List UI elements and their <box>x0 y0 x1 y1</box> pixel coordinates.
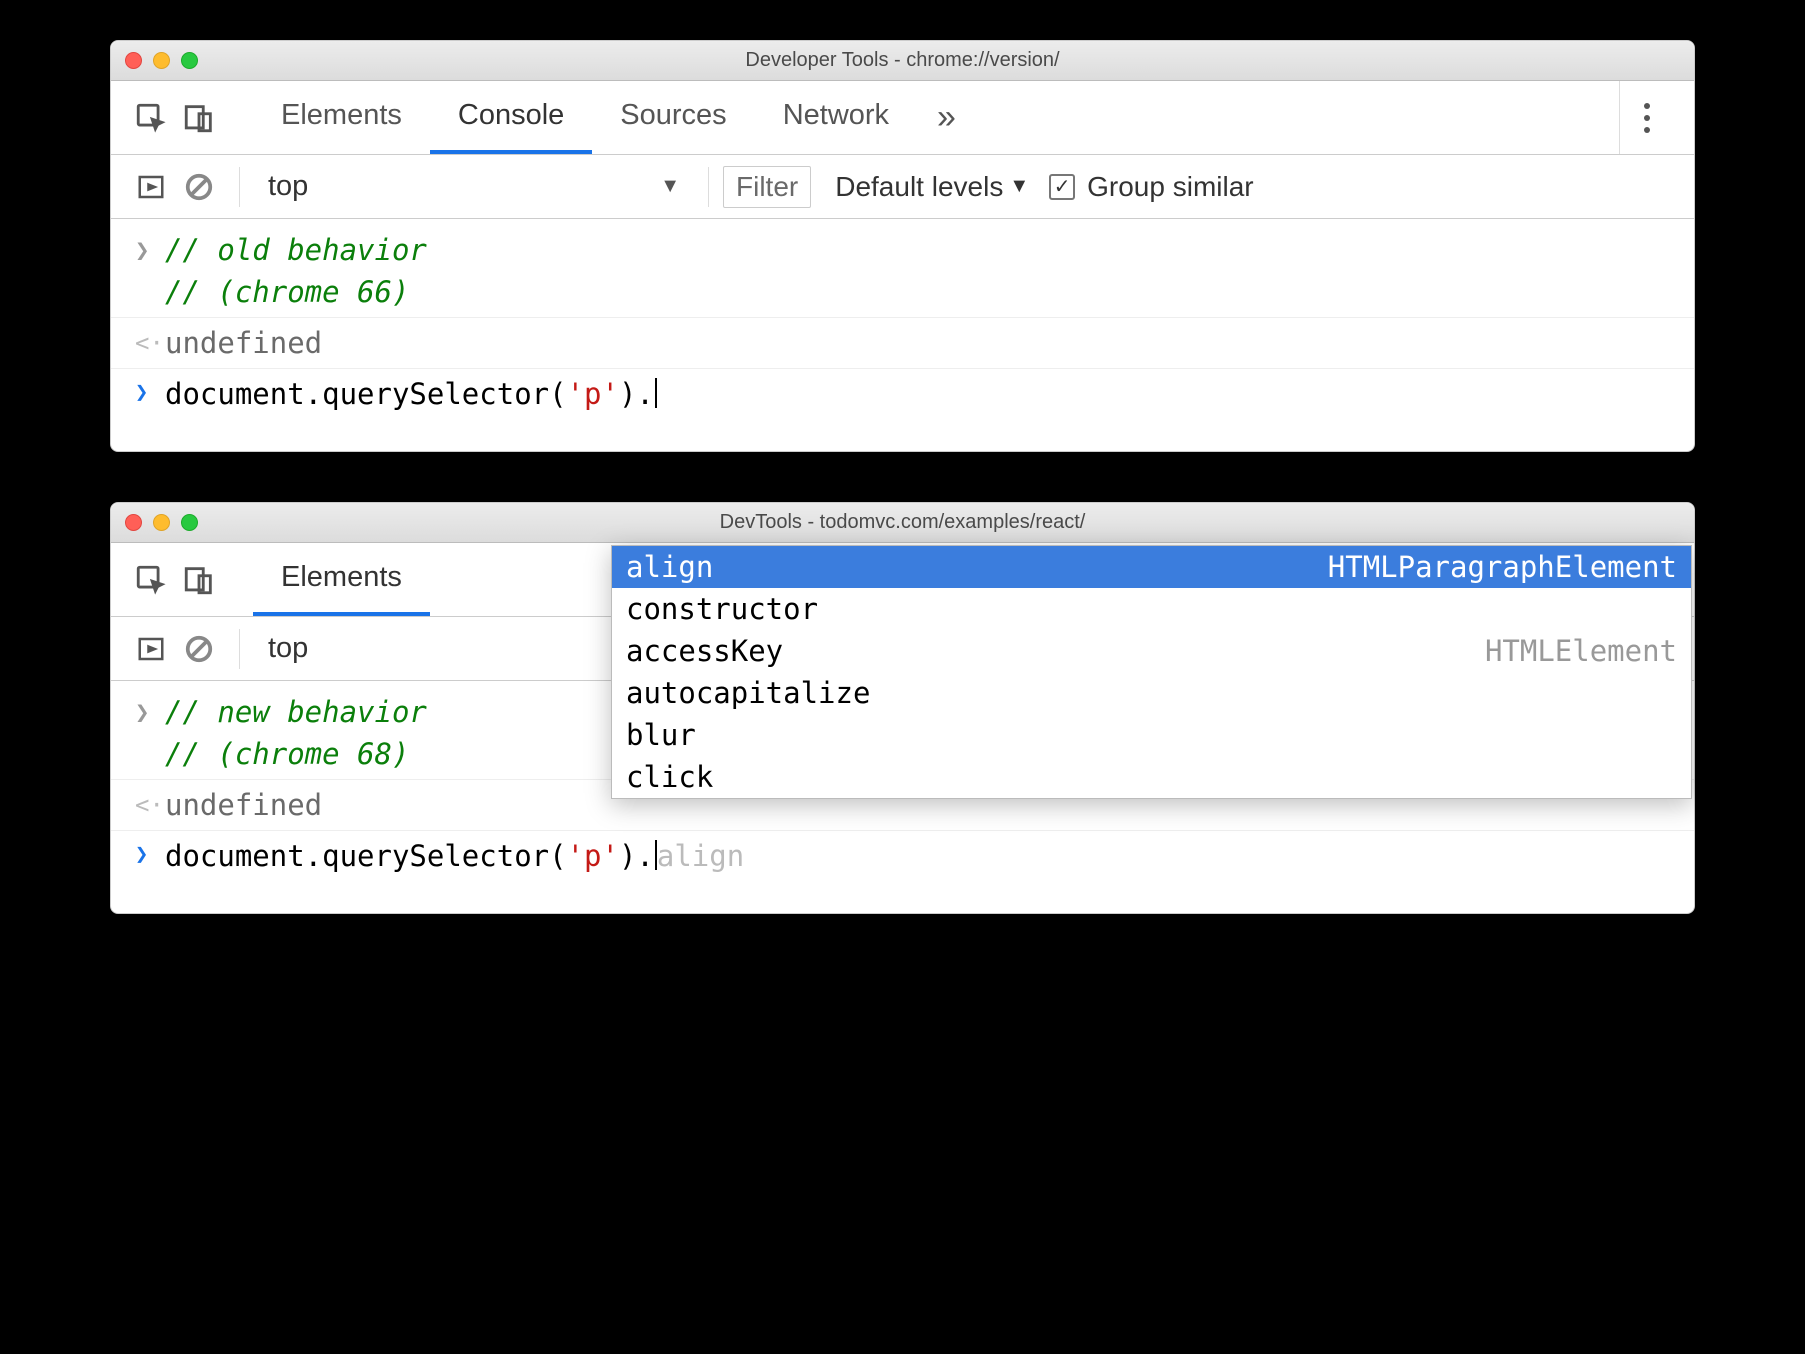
console-sidebar-toggle-icon[interactable] <box>129 627 173 671</box>
window-title: Developer Tools - chrome://version/ <box>111 49 1694 72</box>
console-prompt-row: ❯ document.querySelector('p').align <box>111 833 1694 879</box>
panel-tabbar: Elements Console Sources Network » <box>111 81 1694 155</box>
ac-hint: HTMLParagraphElement <box>1268 550 1677 584</box>
output-chevron-icon: <· <box>135 322 165 361</box>
context-label: top <box>268 632 308 665</box>
code-text: ). <box>619 839 654 873</box>
clear-console-icon[interactable] <box>177 165 221 209</box>
code-text: document.querySelector( <box>165 839 567 873</box>
more-tabs-icon[interactable]: » <box>937 98 956 137</box>
console-body: ❯ // old behavior // (chrome 66) <· unde… <box>111 219 1694 451</box>
inspect-icon[interactable] <box>129 96 173 140</box>
autocomplete-item[interactable]: click <box>612 756 1691 798</box>
input-chevron-icon: ❯ <box>135 691 165 730</box>
tab-elements[interactable]: Elements <box>253 543 430 616</box>
ac-hint: HTMLElement <box>1425 634 1677 668</box>
code-comment: // old behavior <box>165 233 427 267</box>
console-code: // old behavior // (chrome 66) <box>165 229 1678 313</box>
group-similar-label: Group similar <box>1087 171 1253 203</box>
ac-hint <box>1617 592 1677 626</box>
tab-elements[interactable]: Elements <box>253 81 430 154</box>
code-comment: // (chrome 68) <box>165 737 409 771</box>
autocomplete-item[interactable]: align HTMLParagraphElement <box>612 546 1691 588</box>
console-output-row: <· undefined <box>111 320 1694 366</box>
titlebar: Developer Tools - chrome://version/ <box>111 41 1694 81</box>
code-text: document.querySelector( <box>165 377 567 411</box>
console-prompt-input[interactable]: document.querySelector('p').align <box>165 835 1678 877</box>
dropdown-icon: ▼ <box>1009 175 1029 198</box>
ac-label: autocapitalize <box>626 676 870 710</box>
titlebar: DevTools - todomvc.com/examples/react/ <box>111 503 1694 543</box>
autocomplete-item[interactable]: autocapitalize <box>612 672 1691 714</box>
zoom-icon[interactable] <box>181 52 198 69</box>
autocomplete-popup: align HTMLParagraphElement constructor a… <box>611 545 1692 799</box>
code-string: 'p' <box>567 377 619 411</box>
console-sidebar-toggle-icon[interactable] <box>129 165 173 209</box>
code-comment: // (chrome 66) <box>165 275 409 309</box>
filter-input[interactable]: Filter <box>723 166 811 208</box>
device-toggle-icon[interactable] <box>177 96 221 140</box>
window-title: DevTools - todomvc.com/examples/react/ <box>111 511 1694 534</box>
ac-label: blur <box>626 718 696 752</box>
log-levels-selector[interactable]: Default levels ▼ <box>835 171 1029 203</box>
code-comment: // new behavior <box>165 695 427 729</box>
autocomplete-item[interactable]: accessKey HTMLElement <box>612 630 1691 672</box>
prompt-chevron-icon: ❯ <box>135 373 165 409</box>
autocomplete-item[interactable]: constructor <box>612 588 1691 630</box>
panel-tabs: Elements Console Sources Network » <box>253 81 956 154</box>
settings-menu-button[interactable] <box>1619 81 1674 154</box>
minimize-icon[interactable] <box>153 514 170 531</box>
inspect-icon[interactable] <box>129 558 173 602</box>
tab-console[interactable]: Console <box>430 81 592 154</box>
group-similar-checkbox[interactable]: ✓ <box>1049 174 1075 200</box>
autocomplete-item[interactable]: blur <box>612 714 1691 756</box>
console-prompt-input[interactable]: document.querySelector('p'). <box>165 373 1678 415</box>
prompt-chevron-icon: ❯ <box>135 835 165 871</box>
ac-label: constructor <box>626 592 818 626</box>
ac-label: align <box>626 550 713 584</box>
ac-hint <box>1617 676 1677 710</box>
dropdown-icon: ▼ <box>660 175 680 198</box>
code-text: ). <box>619 377 654 411</box>
traffic-lights <box>125 514 198 531</box>
console-prompt-row: ❯ document.querySelector('p'). <box>111 371 1694 417</box>
ac-hint <box>1617 760 1677 794</box>
panel-tabs: Elements <box>253 543 430 616</box>
ac-hint <box>1617 718 1677 752</box>
kebab-icon <box>1644 103 1650 133</box>
close-icon[interactable] <box>125 514 142 531</box>
context-selector[interactable]: top <box>254 632 454 665</box>
zoom-icon[interactable] <box>181 514 198 531</box>
console-result: undefined <box>165 322 1678 364</box>
input-chevron-icon: ❯ <box>135 229 165 268</box>
console-toolbar: top ▼ Filter Default levels ▼ ✓ Group si… <box>111 155 1694 219</box>
clear-console-icon[interactable] <box>177 627 221 671</box>
inline-suggestion: align <box>657 839 744 873</box>
device-toggle-icon[interactable] <box>177 558 221 602</box>
traffic-lights <box>125 52 198 69</box>
levels-label: Default levels <box>835 171 1003 203</box>
context-selector[interactable]: top ▼ <box>254 170 694 203</box>
code-string: 'p' <box>567 839 619 873</box>
ac-label: accessKey <box>626 634 783 668</box>
tab-sources[interactable]: Sources <box>592 81 754 154</box>
output-chevron-icon: <· <box>135 784 165 823</box>
close-icon[interactable] <box>125 52 142 69</box>
context-label: top <box>268 170 308 203</box>
ac-label: click <box>626 760 713 794</box>
devtools-window-old: Developer Tools - chrome://version/ Elem… <box>110 40 1695 452</box>
minimize-icon[interactable] <box>153 52 170 69</box>
devtools-window-new: DevTools - todomvc.com/examples/react/ E… <box>110 502 1695 914</box>
text-cursor-icon <box>655 378 657 408</box>
tab-network[interactable]: Network <box>755 81 917 154</box>
console-input-row: ❯ // old behavior // (chrome 66) <box>111 227 1694 315</box>
